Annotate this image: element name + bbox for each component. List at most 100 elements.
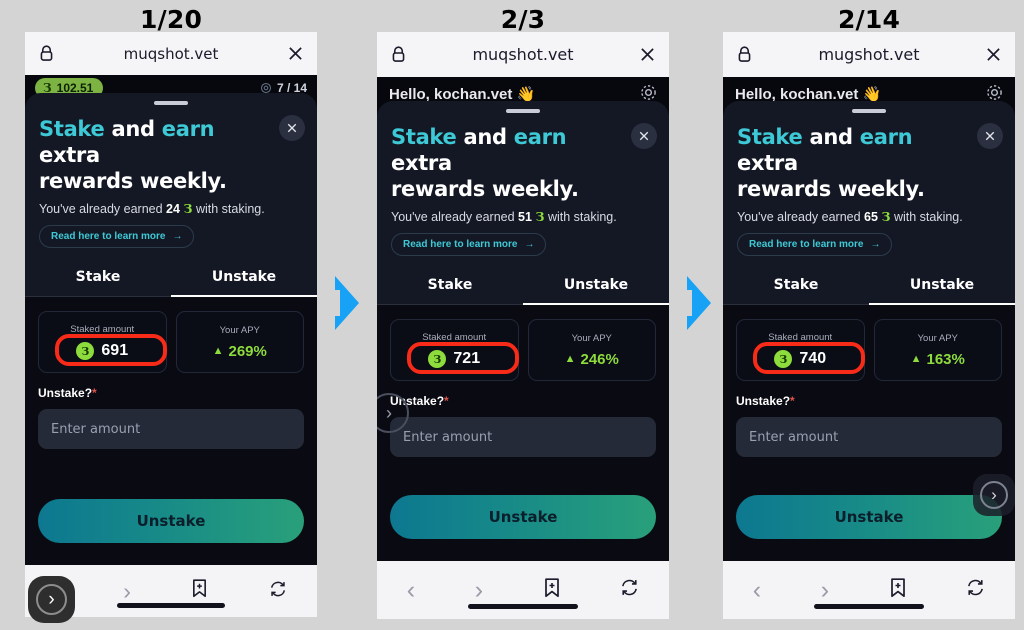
tab-stake-label: Stake xyxy=(773,277,819,294)
headline-earn: earn xyxy=(859,125,913,149)
learn-more-button[interactable]: Read here to learn more → xyxy=(39,225,195,249)
url-text-3[interactable]: mugshot.vet xyxy=(723,45,1015,64)
panel-caption-1: 1/20 xyxy=(139,5,203,34)
token-icon: З xyxy=(76,342,95,361)
tab-stake[interactable]: Stake xyxy=(377,266,523,304)
next-step-ghost-button[interactable]: › xyxy=(973,474,1015,516)
stake-unstake-tabs-2: Stake Unstake xyxy=(377,266,669,306)
sheet-headline-3: Stake and earn extra rewards weekly. xyxy=(737,125,965,202)
close-icon[interactable] xyxy=(640,47,655,62)
headline-line2: rewards weekly. xyxy=(391,176,579,201)
earned-prefix: You've already earned xyxy=(391,210,515,225)
next-step-floating-button[interactable]: › xyxy=(28,576,75,623)
arrow-right-icon: → xyxy=(524,239,535,251)
unstake-amount-input[interactable]: Enter amount xyxy=(736,417,1002,458)
stake-unstake-tabs-1: Stake Unstake xyxy=(25,258,317,298)
stats-row-2: Staked amount З 721 Your APY ▲ 246% xyxy=(390,319,656,382)
token-icon: З xyxy=(774,350,793,369)
unstake-panel-1: Staked amount З 691 Your APY ▲ 269% Unst… xyxy=(25,297,317,565)
reload-icon[interactable] xyxy=(269,580,287,603)
chevron-left-icon[interactable]: ‹ xyxy=(407,576,415,605)
unstake-submit-button[interactable]: Unstake xyxy=(38,499,304,543)
unstake-panel-2: Staked amount З 721 Your APY ▲ 246% Unst… xyxy=(377,305,669,561)
apy-value-row: ▲ 269% xyxy=(213,343,267,360)
close-icon[interactable] xyxy=(288,46,303,61)
url-text-1[interactable]: muqshot.vet xyxy=(25,45,317,63)
apy-label: Your APY xyxy=(219,324,260,336)
triangle-up-icon: ▲ xyxy=(910,353,922,366)
staked-amount-value-row: З 691 xyxy=(76,342,128,361)
stake-sheet-1: Stake and earn extra rewards weekly. You… xyxy=(25,93,317,565)
leaf-glyph-icon: З xyxy=(183,201,193,217)
earned-suffix: with staking. xyxy=(195,202,265,217)
panel-caption-3: 2/14 xyxy=(837,5,901,34)
tab-stake[interactable]: Stake xyxy=(25,258,171,296)
chevron-right-icon[interactable]: › xyxy=(475,576,483,605)
apy-card: Your APY ▲ 246% xyxy=(527,319,656,382)
sheet-headline-2: Stake and earn extra rewards weekly. xyxy=(391,125,619,202)
headline-earn: earn xyxy=(161,117,215,141)
headline-and: and xyxy=(802,125,860,149)
learn-more-label: Read here to learn more xyxy=(403,239,518,251)
apy-card: Your APY ▲ 163% xyxy=(873,319,1002,382)
phone-screenshot-2: muqshot.vet Hello, kochan.vet 👋 Stake an… xyxy=(377,32,669,619)
unstake-submit-button[interactable]: Unstake xyxy=(736,495,1002,539)
arrow-right-icon: → xyxy=(172,231,183,243)
required-marker: * xyxy=(444,394,449,409)
apy-value: 246% xyxy=(580,350,619,368)
leaf-glyph-icon: З xyxy=(535,209,545,225)
tab-stake[interactable]: Stake xyxy=(723,266,869,304)
staked-amount-value-row: З 721 xyxy=(428,350,481,369)
tab-unstake[interactable]: Unstake xyxy=(869,266,1015,306)
browser-navbar-2: ‹ › xyxy=(377,561,669,619)
chevron-right-icon: › xyxy=(36,584,67,615)
staked-amount-label: Staked amount xyxy=(70,324,135,336)
headline-and: and xyxy=(104,117,162,141)
learn-more-button[interactable]: Read here to learn more → xyxy=(737,233,893,257)
url-text-2[interactable]: muqshot.vet xyxy=(377,45,669,64)
tab-unstake[interactable]: Unstake xyxy=(523,266,669,306)
chevron-left-icon[interactable]: ‹ xyxy=(753,576,761,605)
headline-stake: Stake xyxy=(391,125,457,149)
earned-suffix: with staking. xyxy=(547,210,617,225)
bookmark-add-icon[interactable] xyxy=(543,577,561,603)
unstake-panel-3: Staked amount З 740 Your APY ▲ 163% Unst… xyxy=(723,305,1015,561)
leaf-glyph-icon: З xyxy=(881,209,891,225)
token-icon: З xyxy=(428,350,447,369)
triangle-up-icon: ▲ xyxy=(564,353,576,366)
earned-prefix: You've already earned xyxy=(39,202,163,217)
unstake-submit-button[interactable]: Unstake xyxy=(390,495,656,539)
bookmark-add-icon[interactable] xyxy=(191,579,208,603)
close-modal-icon[interactable] xyxy=(279,115,305,141)
unstake-field-label-text: Unstake? xyxy=(38,386,93,401)
learn-more-button[interactable]: Read here to learn more → xyxy=(391,233,547,257)
reload-icon[interactable] xyxy=(966,578,985,602)
browser-navbar-3: ‹ › xyxy=(723,561,1015,619)
close-modal-icon[interactable] xyxy=(977,123,1003,149)
staked-amount-value: 721 xyxy=(453,350,481,368)
close-icon[interactable] xyxy=(986,47,1001,62)
unstake-amount-input[interactable]: Enter amount xyxy=(390,417,656,458)
reload-icon[interactable] xyxy=(620,578,639,602)
earned-value: 65 xyxy=(864,210,878,225)
chevron-right-icon[interactable]: › xyxy=(821,576,829,605)
unstake-amount-placeholder: Enter amount xyxy=(749,429,839,445)
tab-unstake[interactable]: Unstake xyxy=(171,258,317,298)
unstake-amount-input[interactable]: Enter amount xyxy=(38,409,304,450)
headline-line2: rewards weekly. xyxy=(737,176,925,201)
earned-value: 24 xyxy=(166,202,180,217)
close-modal-icon[interactable] xyxy=(631,123,657,149)
stats-row-1: Staked amount З 691 Your APY ▲ 269% xyxy=(38,311,304,374)
staked-amount-label: Staked amount xyxy=(768,332,833,344)
chevron-right-icon[interactable]: › xyxy=(123,578,131,605)
headline-and: and xyxy=(456,125,514,149)
unstake-field-label: Unstake?* xyxy=(390,394,656,408)
browser-chrome-2: muqshot.vet xyxy=(377,32,669,77)
unstake-submit-label: Unstake xyxy=(834,508,904,526)
headline-stake: Stake xyxy=(39,117,105,141)
stake-sheet-3: Stake and earn extra rewards weekly. You… xyxy=(723,101,1015,561)
bookmark-add-icon[interactable] xyxy=(889,577,907,603)
staked-amount-label: Staked amount xyxy=(422,332,487,344)
chevron-right-icon: › xyxy=(980,481,1008,509)
tab-stake-label: Stake xyxy=(75,269,121,286)
